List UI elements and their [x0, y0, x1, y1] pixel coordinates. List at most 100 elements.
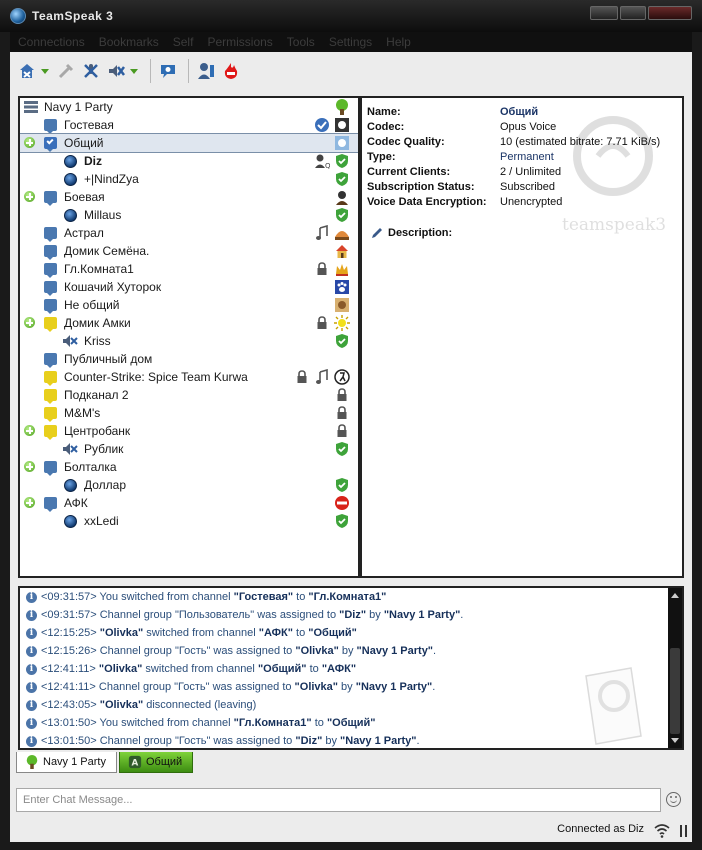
expand-icon[interactable]	[24, 137, 35, 148]
log-entity[interactable]: "Общий"	[327, 717, 376, 729]
client-row[interactable]: Millaus	[20, 206, 358, 224]
channel-row[interactable]: Гостевая	[20, 116, 358, 134]
channel-row[interactable]: M&M's	[20, 404, 358, 422]
log-timestamp: <12:15:25>	[41, 627, 97, 639]
scroll-up-icon[interactable]	[671, 593, 679, 598]
tab-channel-label: Общий	[145, 756, 183, 768]
menu-permissions[interactable]: Permissions	[207, 35, 272, 49]
channel-row[interactable]: Кошачий Хуторок	[20, 278, 358, 296]
no-entry-icon	[335, 496, 349, 510]
disconnect-button[interactable]	[55, 60, 77, 82]
log-entity[interactable]: "Navy 1 Party"	[356, 681, 432, 693]
channel-row[interactable]: Подканал 2	[20, 386, 358, 404]
log-entity[interactable]: "Общий"	[308, 627, 357, 639]
log-entity[interactable]: "Гл.Комната1"	[234, 717, 312, 729]
away-button[interactable]	[157, 60, 179, 82]
log-entity[interactable]: "Navy 1 Party"	[357, 645, 433, 657]
client-row[interactable]: Diz Q	[20, 152, 358, 170]
channel-icon	[44, 137, 57, 152]
info-icon: i	[26, 663, 37, 675]
log-entity[interactable]: "Гостевая"	[234, 591, 293, 603]
channel-row[interactable]: Домик Семёна.	[20, 242, 358, 260]
expand-icon[interactable]	[24, 497, 35, 508]
close-button[interactable]	[648, 6, 692, 20]
channel-row[interactable]: Болталка	[20, 458, 358, 476]
client-row[interactable]: xxLedi	[20, 512, 358, 530]
log-entity[interactable]: "Navy 1 Party"	[384, 609, 460, 621]
info-icon: i	[26, 699, 37, 711]
toggle-speakers-button[interactable]	[105, 60, 127, 82]
channel-icon	[44, 353, 57, 368]
log-entry: i <12:15:25> "Olivka" switched from chann…	[20, 624, 682, 642]
tab-channel-chat[interactable]: A Общий	[118, 752, 194, 773]
client-row[interactable]: +|NindZya	[20, 170, 358, 188]
svg-text:Q: Q	[325, 162, 330, 169]
menu-self[interactable]: Self	[173, 35, 194, 49]
connect-dropdown-arrow[interactable]	[41, 60, 49, 82]
client-row[interactable]: Доллар	[20, 476, 358, 494]
user-query-icon: Q	[315, 154, 330, 169]
expand-icon[interactable]	[24, 191, 35, 202]
menu-connections[interactable]: Connections	[18, 35, 85, 49]
log-entity[interactable]: "АФК"	[322, 663, 356, 675]
minimize-button[interactable]	[590, 6, 618, 20]
channel-tree[interactable]: Navy 1 Party Гостевая Общий Diz Q +|Nind…	[18, 96, 360, 578]
log-entity[interactable]: "Olivka"	[100, 699, 143, 711]
client-row[interactable]: Kriss	[20, 332, 358, 350]
chat-message-input[interactable]	[16, 788, 661, 812]
log-entity[interactable]: "Гл.Комната1"	[308, 591, 386, 603]
channel-row[interactable]: Домик Амки	[20, 314, 358, 332]
menu-settings[interactable]: Settings	[329, 35, 372, 49]
resize-grip-icon[interactable]	[678, 824, 690, 838]
chat-log[interactable]: i <09:31:57> You switched from channel "Г…	[18, 586, 684, 750]
channel-row[interactable]: Астрал	[20, 224, 358, 242]
log-entity[interactable]: "Navy 1 Party"	[340, 735, 416, 747]
menu-tools[interactable]: Tools	[287, 35, 315, 49]
log-text: to	[292, 627, 309, 639]
log-text: .	[416, 735, 420, 747]
channel-row[interactable]: Не общий	[20, 296, 358, 314]
tab-server-chat[interactable]: Navy 1 Party	[16, 752, 117, 773]
pencil-icon[interactable]	[370, 226, 384, 240]
menu-help[interactable]: Help	[386, 35, 411, 49]
log-entity[interactable]: "Olivka"	[295, 645, 338, 657]
log-text: .	[432, 681, 436, 693]
expand-icon[interactable]	[24, 461, 35, 472]
menu-bookmarks[interactable]: Bookmarks	[99, 35, 159, 49]
chat-log-scrollbar[interactable]	[668, 588, 682, 748]
scroll-down-icon[interactable]	[671, 738, 679, 743]
channel-row[interactable]: АФК	[20, 494, 358, 512]
server-row[interactable]: Navy 1 Party	[20, 98, 358, 116]
speakers-dropdown-arrow[interactable]	[130, 60, 138, 82]
addon-button[interactable]	[220, 60, 242, 82]
emoticon-icon[interactable]	[666, 792, 681, 807]
log-entity[interactable]: "Olivka"	[295, 681, 338, 693]
toggle-microphone-button[interactable]	[80, 60, 102, 82]
channel-row[interactable]: Боевая	[20, 188, 358, 206]
channel-icon	[44, 281, 57, 296]
channel-row[interactable]: Публичный дом	[20, 350, 358, 368]
contacts-button[interactable]	[195, 60, 217, 82]
music-note-icon	[316, 369, 328, 384]
channel-row[interactable]: Counter-Strike: Spice Team Kurwa	[20, 368, 358, 386]
log-entity[interactable]: "Olivka"	[99, 663, 142, 675]
connection-quality-icon[interactable]	[654, 822, 670, 838]
channel-row[interactable]: Центробанк	[20, 422, 358, 440]
connect-button[interactable]	[16, 60, 38, 82]
log-entity[interactable]: "АФК"	[259, 627, 293, 639]
window-title: TeamSpeak 3	[32, 9, 114, 23]
log-entity[interactable]: "Olivka"	[100, 627, 143, 639]
channel-row[interactable]: Гл.Комната1	[20, 260, 358, 278]
log-entity[interactable]: "Общий"	[258, 663, 307, 675]
expand-icon[interactable]	[24, 317, 35, 328]
channel-row-selected[interactable]: Общий	[20, 133, 358, 153]
log-entity[interactable]: "Diz"	[339, 609, 366, 621]
expand-icon[interactable]	[24, 425, 35, 436]
lock-icon	[337, 406, 347, 419]
scrollbar-thumb[interactable]	[670, 648, 680, 734]
log-text: You switched from channel	[96, 591, 234, 603]
maximize-button[interactable]	[620, 6, 646, 20]
log-entity[interactable]: "Diz"	[295, 735, 322, 747]
server-group-icon	[26, 755, 38, 769]
client-row[interactable]: Рублик	[20, 440, 358, 458]
